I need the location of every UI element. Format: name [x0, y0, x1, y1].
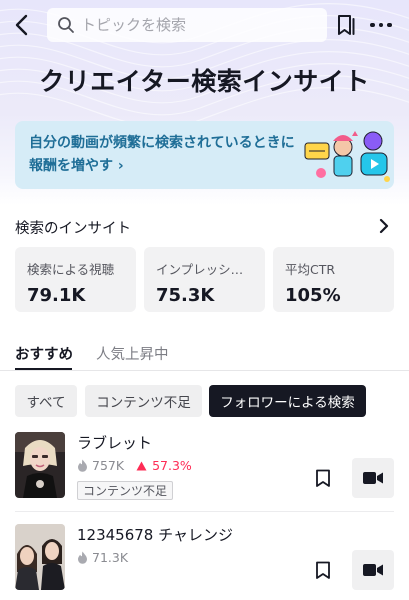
flame-icon: [78, 459, 87, 472]
search-icon: [58, 17, 74, 33]
chevron-right-icon[interactable]: [376, 217, 392, 235]
content-gap-badge: コンテンツ不足: [77, 481, 174, 500]
stat-value: 105%: [285, 285, 341, 306]
filter-chip-follower-searches[interactable]: フォロワーによる検索: [209, 385, 366, 417]
trend-indicator: 57.3%: [136, 458, 192, 473]
stat-value: 79.1K: [27, 285, 86, 306]
page-title: クリエイター検索インサイト: [39, 67, 370, 96]
topic-stats: 71.3K: [77, 550, 128, 565]
video-camera-icon: [363, 472, 383, 484]
trend-up-icon: [136, 461, 147, 470]
stat-card-avg-ctr[interactable]: 平均CTR 105%: [273, 247, 394, 312]
stat-value: 75.3K: [156, 285, 215, 306]
bookmark-icon[interactable]: [313, 468, 333, 488]
topic-views: 757K: [92, 458, 125, 473]
promo-banner[interactable]: 自分の動画が頻繁に検索されているときに報酬を増やす ›: [15, 121, 394, 189]
create-video-button[interactable]: [352, 458, 394, 498]
search-input-container[interactable]: [47, 8, 327, 42]
back-arrow-icon[interactable]: [10, 12, 36, 38]
tab-recommended[interactable]: おすすめ: [15, 343, 73, 364]
tab-trending[interactable]: 人気上昇中: [96, 343, 169, 364]
trend-value: 57.3%: [152, 458, 192, 473]
more-icon[interactable]: [368, 13, 394, 37]
filter-chip-content-gap[interactable]: コンテンツ不足: [85, 385, 202, 417]
chevron-right-icon: ›: [117, 158, 124, 174]
banner-text: 自分の動画が頻繁に検索されているときに報酬を増やす ›: [29, 135, 295, 174]
topic-thumbnail[interactable]: [15, 524, 65, 590]
top-bar: [0, 8, 409, 42]
stat-card-search-views[interactable]: 検索による視聴 79.1K: [15, 247, 136, 312]
stat-label: 検索による視聴: [27, 262, 115, 277]
flame-icon: [78, 551, 87, 564]
bookmark-icon[interactable]: [336, 13, 358, 37]
topic-title[interactable]: 12345678 チャレンジ: [77, 524, 233, 545]
filter-chip-all[interactable]: すべて: [15, 385, 77, 417]
search-input[interactable]: [81, 16, 311, 34]
topic-views: 71.3K: [92, 550, 129, 565]
stat-label: インプレッシ…: [156, 262, 244, 277]
create-video-button[interactable]: [352, 550, 394, 590]
stat-card-impressions[interactable]: インプレッシ… 75.3K: [144, 247, 265, 312]
divider: [0, 370, 409, 371]
bookmark-icon[interactable]: [313, 560, 333, 580]
insights-title: 検索のインサイト: [15, 221, 131, 237]
divider: [15, 511, 394, 512]
video-camera-icon: [363, 564, 383, 576]
topic-title[interactable]: ラブレット: [77, 432, 152, 453]
topic-thumbnail[interactable]: [15, 432, 65, 498]
topic-stats: 757K 57.3%: [77, 458, 192, 473]
banner-illustration: [304, 131, 390, 182]
stat-label: 平均CTR: [285, 262, 336, 277]
